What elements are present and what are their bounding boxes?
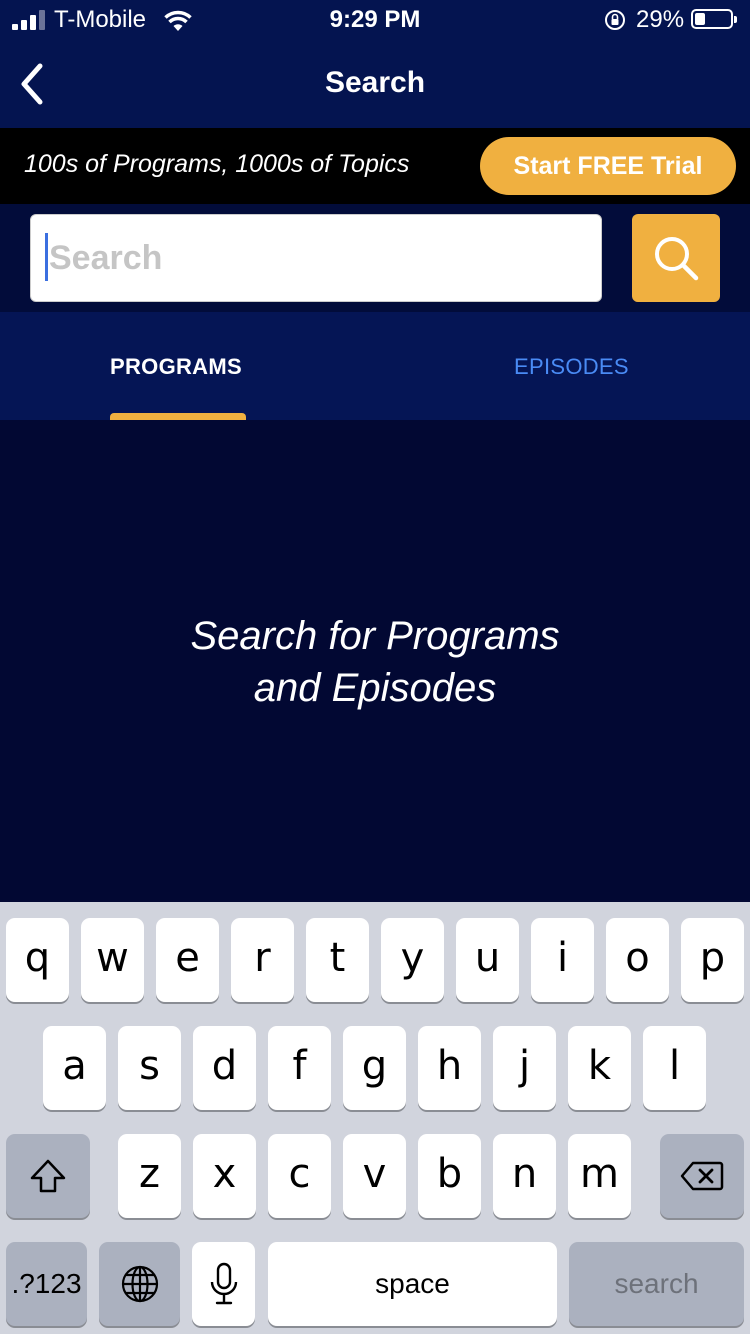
key-v[interactable]: v	[343, 1134, 406, 1218]
key-m[interactable]: m	[568, 1134, 631, 1218]
empty-state-line-1: Search for Programs	[190, 614, 560, 658]
empty-state-line-2: and Episodes	[253, 666, 497, 710]
key-t[interactable]: t	[306, 918, 369, 1002]
shift-key[interactable]	[6, 1134, 90, 1218]
key-k[interactable]: k	[568, 1026, 631, 1110]
key-p[interactable]: p	[681, 918, 744, 1002]
key-s[interactable]: s	[118, 1026, 181, 1110]
on-screen-keyboard: q w e r t y u i o p a s d f g h j k l z …	[0, 902, 750, 1334]
tab-bar: PROGRAMS EPISODES	[0, 312, 750, 420]
delete-key[interactable]	[660, 1134, 744, 1218]
key-n[interactable]: n	[493, 1134, 556, 1218]
promo-text: 100s of Programs, 1000s of Topics	[24, 150, 410, 178]
key-y[interactable]: y	[381, 918, 444, 1002]
start-free-trial-button[interactable]: Start FREE Trial	[480, 137, 736, 195]
key-l[interactable]: l	[643, 1026, 706, 1110]
microphone-icon	[210, 1262, 237, 1305]
key-x[interactable]: x	[193, 1134, 256, 1218]
key-z[interactable]: z	[118, 1134, 181, 1218]
numbers-key[interactable]: .?123	[6, 1242, 87, 1326]
key-h[interactable]: h	[418, 1026, 481, 1110]
key-q[interactable]: q	[6, 918, 69, 1002]
battery-icon	[691, 9, 737, 29]
tab-programs[interactable]: PROGRAMS	[110, 354, 242, 380]
orientation-lock-icon	[605, 10, 625, 30]
active-tab-indicator	[110, 413, 246, 420]
keyboard-search-key[interactable]: search	[569, 1242, 744, 1326]
tab-episodes[interactable]: EPISODES	[514, 354, 629, 380]
key-w[interactable]: w	[81, 918, 144, 1002]
empty-state-message: Search for Programs and Episodes	[0, 610, 750, 714]
navigation-bar: Search	[0, 40, 750, 128]
backspace-icon	[680, 1161, 724, 1191]
search-bar	[0, 204, 750, 312]
status-bar: T-Mobile 9:29 PM 29%	[0, 0, 750, 40]
key-b[interactable]: b	[418, 1134, 481, 1218]
key-a[interactable]: a	[43, 1026, 106, 1110]
space-key[interactable]: space	[268, 1242, 557, 1326]
key-g[interactable]: g	[343, 1026, 406, 1110]
key-e[interactable]: e	[156, 918, 219, 1002]
globe-key[interactable]	[99, 1242, 180, 1326]
key-u[interactable]: u	[456, 918, 519, 1002]
page-title: Search	[324, 66, 426, 99]
dictation-key[interactable]	[192, 1242, 255, 1326]
globe-icon	[121, 1265, 158, 1303]
shift-arrow-icon	[30, 1159, 66, 1193]
promo-banner: 100s of Programs, 1000s of Topics Start …	[0, 128, 750, 204]
battery-percentage: 29%	[636, 6, 685, 33]
key-f[interactable]: f	[268, 1026, 331, 1110]
search-icon	[655, 237, 699, 281]
search-input[interactable]	[49, 215, 589, 301]
key-c[interactable]: c	[268, 1134, 331, 1218]
search-button[interactable]	[632, 214, 720, 302]
key-d[interactable]: d	[193, 1026, 256, 1110]
key-o[interactable]: o	[606, 918, 669, 1002]
text-cursor	[45, 233, 48, 281]
key-r[interactable]: r	[231, 918, 294, 1002]
key-i[interactable]: i	[531, 918, 594, 1002]
key-j[interactable]: j	[493, 1026, 556, 1110]
search-field-container[interactable]	[30, 214, 602, 302]
